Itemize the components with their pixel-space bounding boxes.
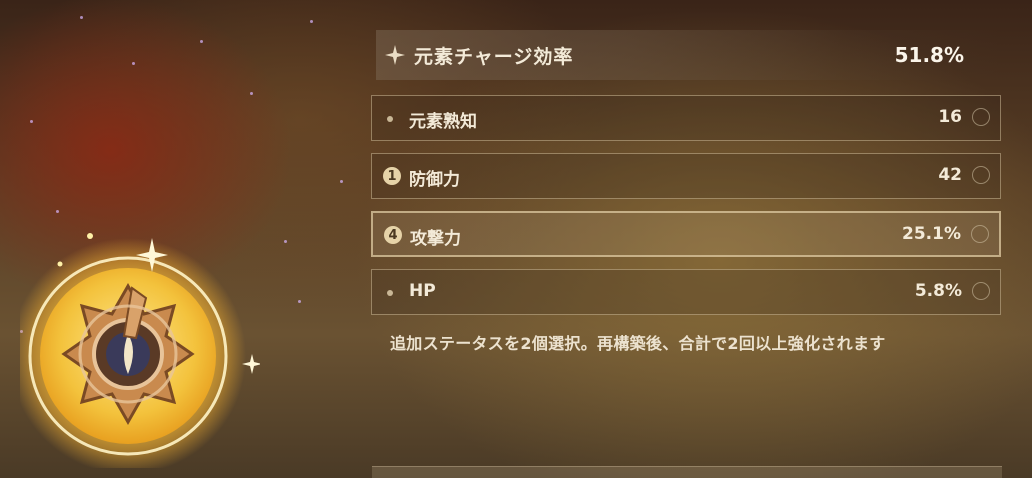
star-particle — [56, 210, 59, 213]
star-particle — [310, 20, 313, 23]
artifact-flower-icon — [20, 233, 260, 468]
sub-stat-value: 42 — [938, 165, 962, 185]
select-radio[interactable] — [972, 108, 990, 126]
main-stat-value: 51.8% — [894, 43, 964, 67]
sparkle-icon — [385, 45, 405, 65]
star-particle — [284, 240, 287, 243]
sub-stat-row[interactable]: 元素熟知 16 — [371, 95, 1001, 141]
sub-stat-name: 元素熟知 — [409, 112, 477, 132]
sub-stat-name: HP — [409, 281, 436, 301]
upgrade-count-badge: 1 — [383, 167, 401, 185]
bottom-panel — [372, 466, 1002, 478]
sub-stat-name: 防御力 — [409, 170, 460, 190]
bullet-icon — [387, 116, 393, 122]
sub-stat-row[interactable]: HP 5.8% — [371, 269, 1001, 315]
star-particle — [200, 40, 203, 43]
upgrade-count-badge: 4 — [384, 226, 402, 244]
reconstruct-screen: 元素チャージ効率 51.8% 元素熟知 16 1 防御力 42 4 攻撃力 25… — [0, 0, 1032, 478]
sub-stat-value: 25.1% — [902, 224, 961, 244]
star-particle — [298, 300, 301, 303]
sub-stat-row[interactable]: 1 防御力 42 — [371, 153, 1001, 199]
sub-stat-value: 5.8% — [914, 281, 962, 301]
sub-stat-row-selected[interactable]: 4 攻撃力 25.1% — [371, 211, 1001, 257]
star-particle — [340, 180, 343, 183]
star-particle — [30, 120, 33, 123]
star-particle — [132, 62, 135, 65]
select-radio[interactable] — [971, 225, 989, 243]
select-radio[interactable] — [972, 166, 990, 184]
selection-hint-text: 追加ステータスを2個選択。再構築後、合計で2回以上強化されます — [390, 334, 886, 353]
sub-stat-name: 攻撃力 — [410, 229, 461, 249]
main-stat-row: 元素チャージ効率 51.8% — [376, 30, 1000, 80]
star-particle — [80, 16, 83, 19]
sub-stat-value: 16 — [938, 107, 962, 127]
star-particle — [250, 92, 253, 95]
bullet-icon — [387, 290, 393, 296]
main-stat-name: 元素チャージ効率 — [414, 45, 574, 68]
select-radio[interactable] — [972, 282, 990, 300]
